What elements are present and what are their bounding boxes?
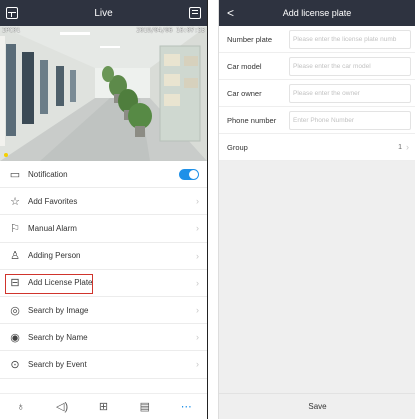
phone-number-input[interactable]: Enter Phone Number [289, 110, 411, 130]
car-model-input[interactable]: Please enter the car model [289, 56, 411, 76]
car-plate-icon: ⊟ [10, 277, 20, 290]
menu-item-label: Search by Image [28, 305, 89, 315]
field-label: Phone number [227, 115, 277, 125]
person-icon: ♙ [10, 250, 20, 263]
form-row-phone-number: Phone number Enter Phone Number [219, 107, 415, 134]
menu-item-search-by-event[interactable]: ⊙ Search by Event › [0, 351, 207, 379]
field-label: Car owner [227, 88, 262, 98]
bottom-toolbar: ♁ ◁) ⊞ ▤ ⋯ [0, 393, 207, 419]
chevron-right-icon: › [196, 196, 199, 207]
back-icon[interactable]: < [227, 6, 234, 20]
menu-item-adding-person[interactable]: ♙ Adding Person › [0, 243, 207, 270]
field-label: Car model [227, 61, 262, 71]
split-screen-icon[interactable]: ⊞ [96, 400, 110, 414]
field-label: Group [227, 142, 248, 152]
number-plate-input[interactable]: Please enter the license plate numb [289, 29, 411, 49]
star-icon: ☆ [10, 195, 20, 208]
live-menu: ▭ Notification ☆ Add Favorites › ⚐ Manua… [0, 161, 207, 379]
chevron-right-icon: › [196, 332, 199, 343]
menu-item-label: Add License Plate [28, 278, 93, 288]
timestamp-overlay: 2019/04/06 16:07:55 [136, 27, 205, 34]
form-row-car-owner: Car owner Please enter the owner [219, 80, 415, 107]
menu-item-label: Manual Alarm [28, 223, 77, 233]
form-row-number-plate: Number plate Please enter the license pl… [219, 26, 415, 53]
menu-item-add-license-plate[interactable]: ⊟ Add License Plate › [0, 270, 207, 297]
menu-item-manual-alarm[interactable]: ⚐ Manual Alarm › [0, 215, 207, 243]
license-plate-form: Number plate Please enter the license pl… [219, 26, 415, 161]
live-screen: Live IPC01 2019/04/06 16:07:55 ▭ Notific… [0, 0, 208, 419]
notification-icon: ▭ [9, 168, 21, 181]
chevron-right-icon: › [406, 142, 409, 152]
record-list-icon[interactable] [188, 7, 201, 19]
notification-toggle[interactable] [179, 168, 199, 180]
page-title: Add license plate [282, 8, 352, 18]
menu-item-search-by-image[interactable]: ◎ Search by Image › [0, 297, 207, 325]
name-search-icon: ◉ [10, 331, 20, 344]
menu-item-add-favorites[interactable]: ☆ Add Favorites › [0, 188, 207, 216]
chevron-right-icon: › [196, 359, 199, 370]
menu-item-notification[interactable]: ▭ Notification [0, 161, 207, 189]
alarm-icon: ⚐ [10, 222, 20, 235]
playback-icon[interactable]: ▤ [138, 400, 152, 414]
chevron-right-icon: › [196, 277, 199, 288]
menu-item-label: Search by Event [28, 359, 87, 369]
chevron-right-icon: › [196, 223, 199, 234]
menu-item-label: Adding Person [28, 251, 81, 261]
group-selector[interactable]: Group 1 › [219, 134, 415, 161]
microphone-icon[interactable]: ♁ [14, 400, 28, 414]
live-indicator-dot [4, 153, 8, 157]
chevron-right-icon: › [196, 305, 199, 316]
save-button[interactable]: Save [219, 393, 415, 419]
chevron-right-icon: › [196, 250, 199, 261]
menu-item-label: Add Favorites [28, 196, 78, 206]
menu-item-label: Notification [28, 169, 68, 179]
corridor-camera-image [0, 26, 207, 161]
add-plate-header: < Add license plate [219, 0, 415, 26]
add-license-plate-screen: < Add license plate Number plate Please … [218, 0, 415, 419]
layout-grid-icon[interactable] [6, 7, 18, 19]
camera-name-overlay: IPC01 [2, 27, 21, 34]
group-value: 1 [398, 143, 402, 151]
more-icon[interactable]: ⋯ [179, 400, 193, 414]
menu-item-label: Search by Name [28, 332, 88, 342]
form-row-car-model: Car model Please enter the car model [219, 53, 415, 80]
field-label: Number plate [227, 34, 273, 44]
speaker-icon[interactable]: ◁) [55, 400, 69, 414]
page-title: Live [94, 7, 113, 19]
image-search-icon: ◎ [10, 304, 20, 317]
car-owner-input[interactable]: Please enter the owner [289, 83, 411, 103]
menu-item-search-by-name[interactable]: ◉ Search by Name › [0, 324, 207, 352]
live-header: Live [0, 0, 207, 26]
event-search-icon: ⊙ [10, 358, 20, 371]
live-video[interactable]: IPC01 2019/04/06 16:07:55 [0, 26, 207, 161]
